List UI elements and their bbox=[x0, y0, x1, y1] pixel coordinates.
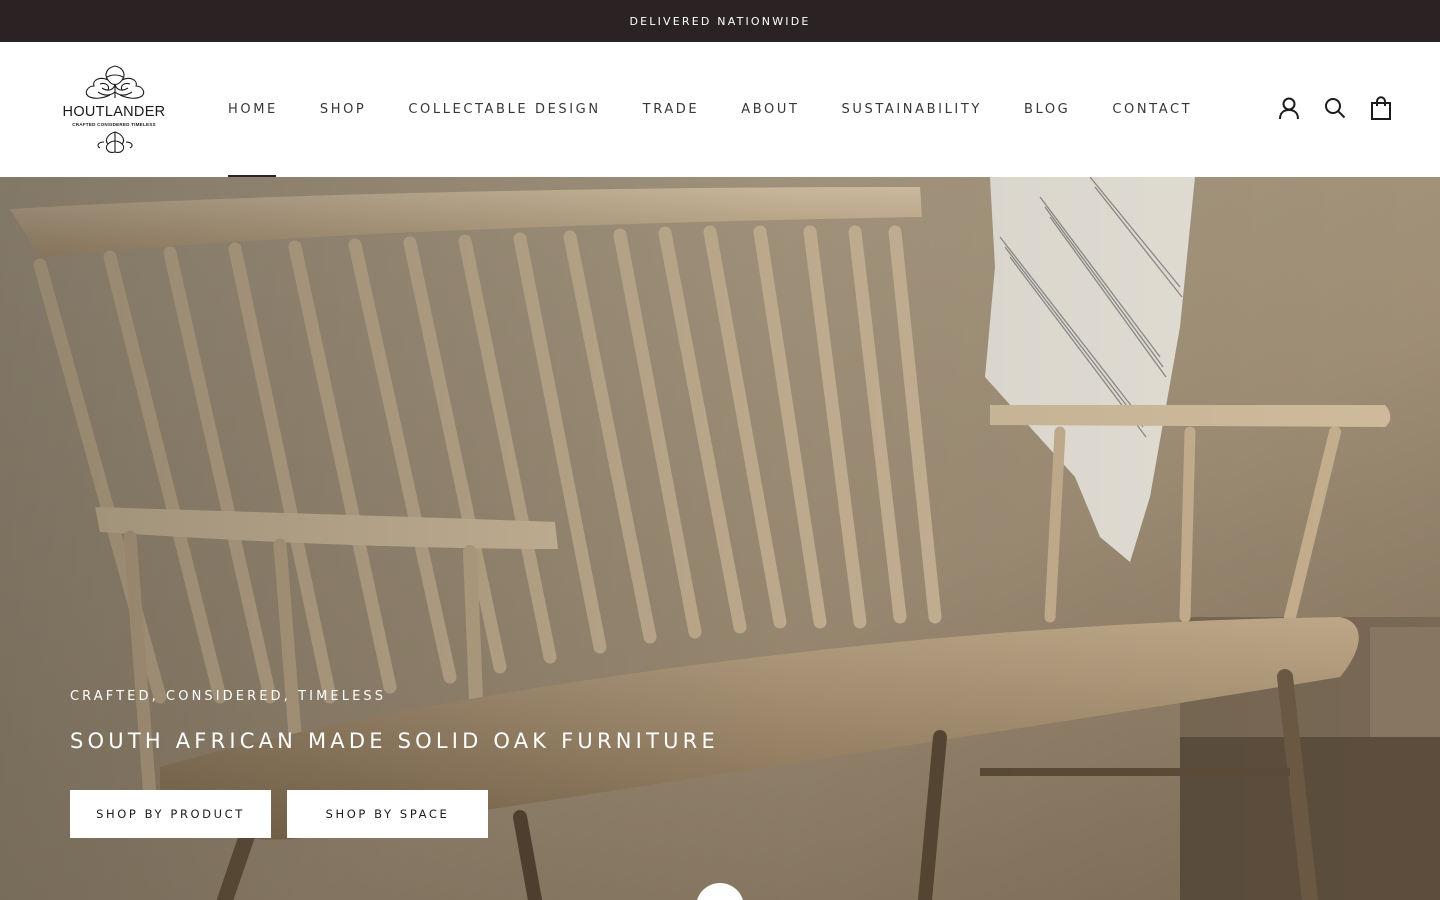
account-icon[interactable] bbox=[1278, 96, 1300, 120]
announcement-bar: DELIVERED NATIONWIDE bbox=[0, 0, 1440, 42]
nav-item-sustainability[interactable]: SUSTAINABILITY bbox=[842, 42, 982, 177]
hero-title: SOUTH AFRICAN MADE SOLID OAK FURNITURE bbox=[70, 729, 719, 753]
search-icon[interactable] bbox=[1324, 96, 1346, 120]
nav-item-contact[interactable]: CONTACT bbox=[1112, 42, 1192, 177]
main-nav: HOME SHOP COLLECTABLE DESIGN TRADE ABOUT… bbox=[228, 42, 1234, 177]
nav-item-shop[interactable]: SHOP bbox=[320, 42, 367, 177]
nav-item-about[interactable]: ABOUT bbox=[741, 42, 799, 177]
site-header: HOUTLANDER CRAFTED CONSIDERED TIMELESS H… bbox=[0, 42, 1440, 177]
header-icons bbox=[1278, 96, 1392, 120]
logo-tagline: CRAFTED CONSIDERED TIMELESS bbox=[72, 122, 156, 127]
nav-item-home[interactable]: HOME bbox=[228, 42, 278, 177]
logo[interactable]: HOUTLANDER CRAFTED CONSIDERED TIMELESS bbox=[60, 62, 170, 156]
shop-by-space-button[interactable]: SHOP BY SPACE bbox=[287, 790, 488, 838]
logo-title: HOUTLANDER bbox=[62, 104, 166, 120]
hero-banner: CRAFTED, CONSIDERED, TIMELESS SOUTH AFRI… bbox=[0, 177, 1440, 900]
nav-item-blog[interactable]: BLOG bbox=[1024, 42, 1070, 177]
nav-item-trade[interactable]: TRADE bbox=[643, 42, 700, 177]
shop-by-product-button[interactable]: SHOP BY PRODUCT bbox=[70, 790, 271, 838]
cart-icon[interactable] bbox=[1370, 96, 1392, 120]
nav-item-collectable-design[interactable]: COLLECTABLE DESIGN bbox=[408, 42, 600, 177]
hero-subtitle: CRAFTED, CONSIDERED, TIMELESS bbox=[70, 689, 387, 704]
announcement-text: DELIVERED NATIONWIDE bbox=[629, 14, 811, 28]
